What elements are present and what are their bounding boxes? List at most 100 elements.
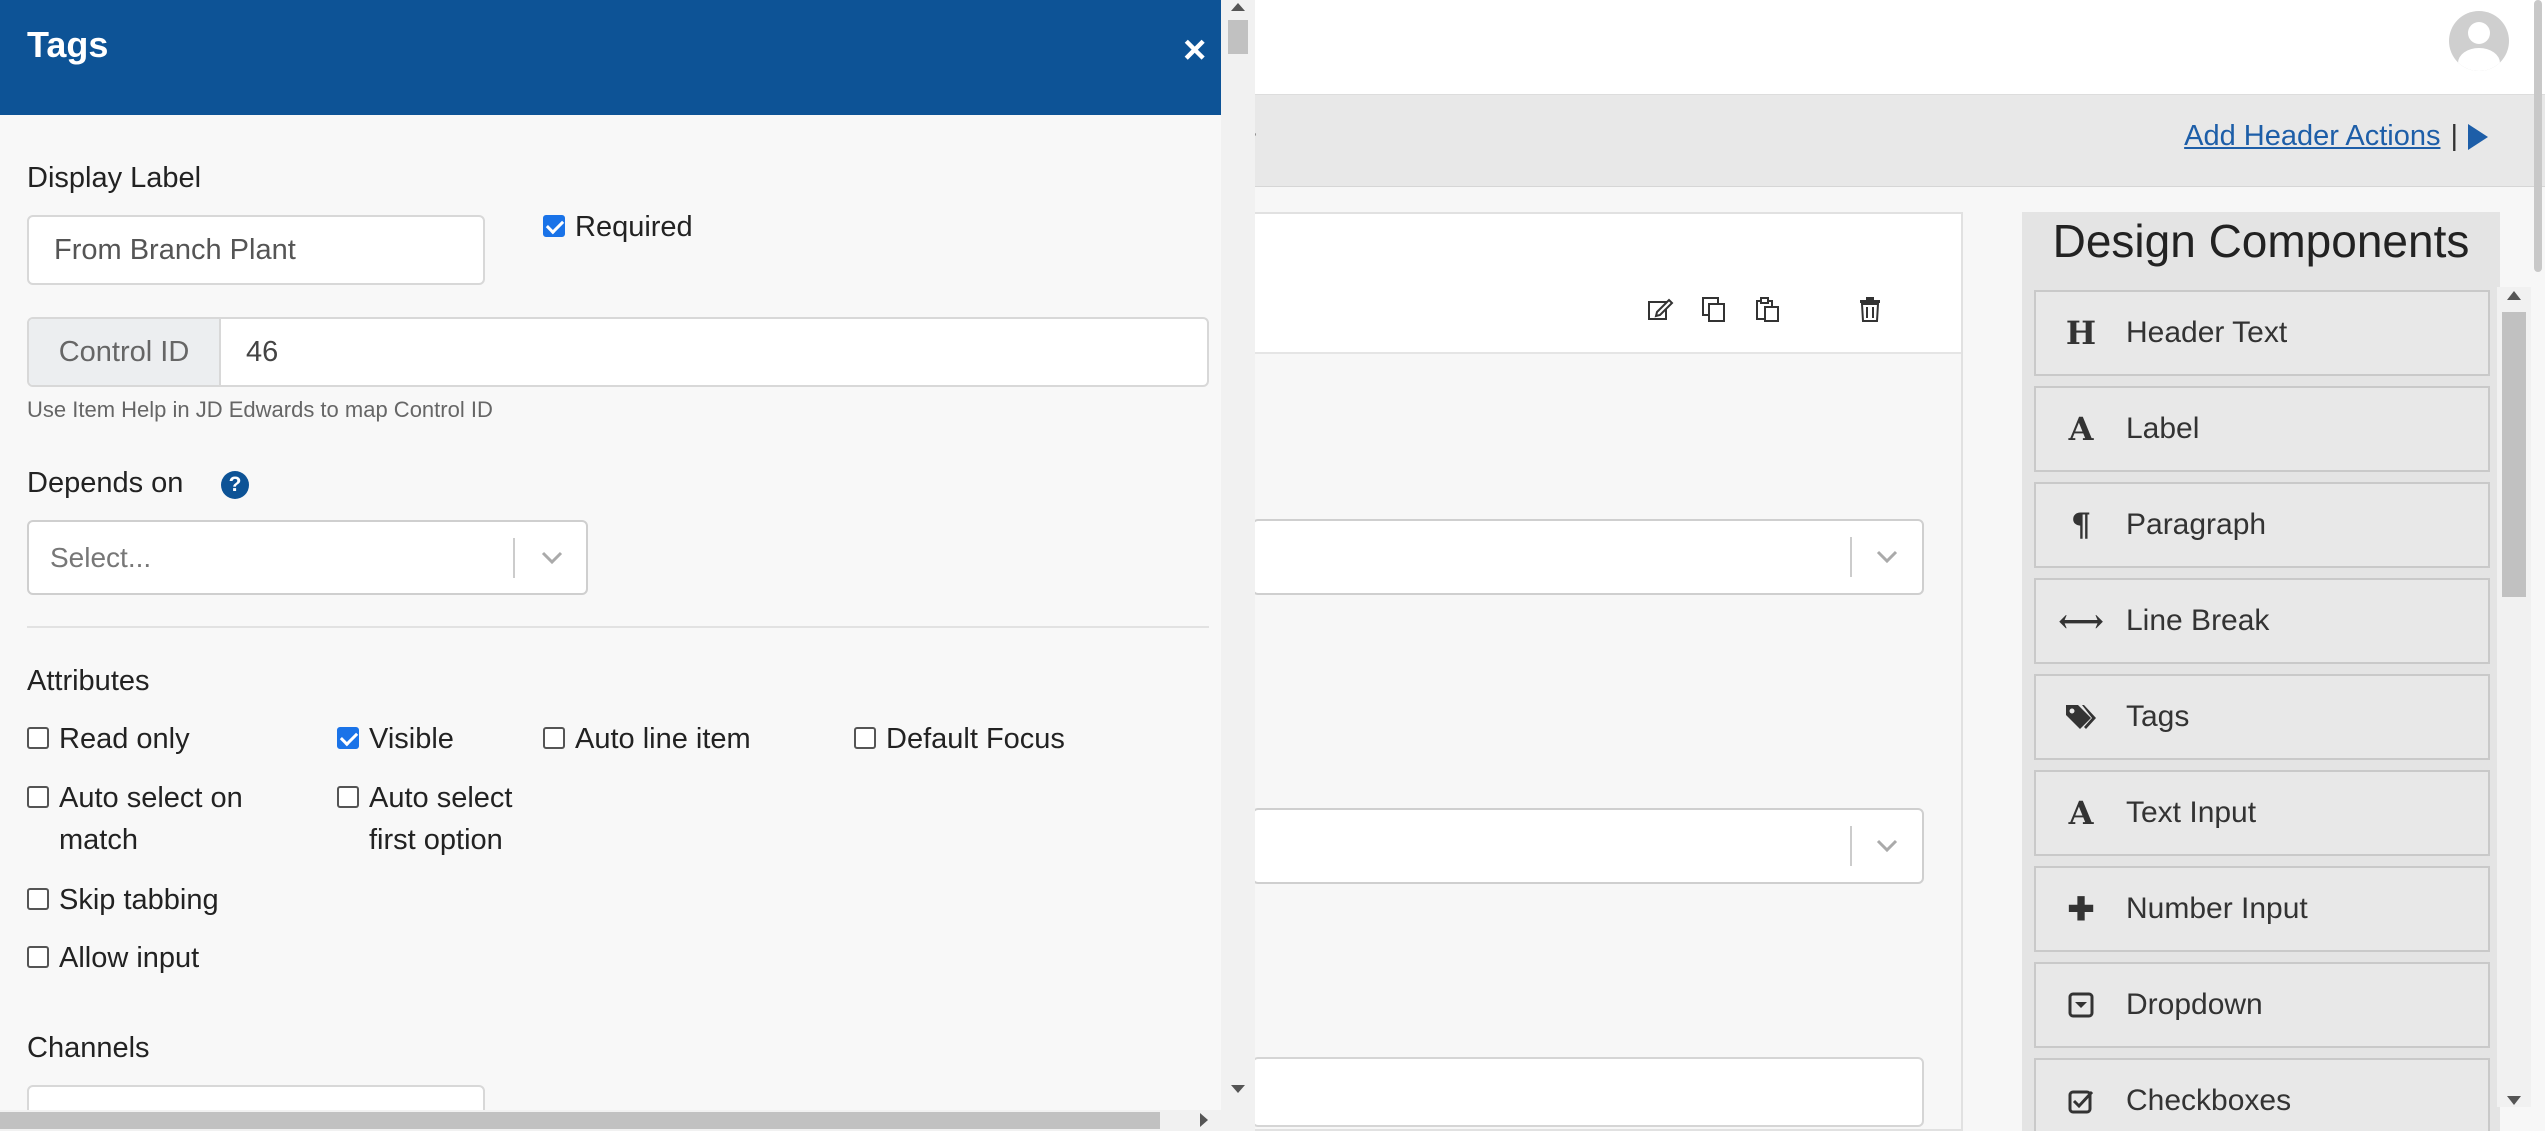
scroll-up-icon[interactable] — [1231, 3, 1245, 11]
edit-icon[interactable] — [1645, 294, 1675, 324]
component-label: Label — [2126, 412, 2200, 445]
display-label-heading: Display Label — [27, 162, 202, 194]
component-label: Paragraph — [2126, 508, 2267, 541]
canvas-text-input[interactable] — [1252, 1057, 1924, 1127]
close-icon[interactable]: × — [1183, 30, 1206, 70]
label-icon: A — [2068, 410, 2094, 448]
checkbox-box[interactable] — [854, 727, 876, 749]
control-id-addon: Control ID — [29, 319, 221, 385]
component-header-text[interactable]: H Header Text — [2034, 290, 2490, 376]
design-components-panel: Design Components H Header Text A Label … — [2022, 212, 2500, 1131]
read-only-checkbox[interactable]: Read only — [27, 718, 190, 760]
design-components-title: Design Components — [2052, 215, 2470, 267]
control-id-input[interactable]: 46 — [221, 319, 278, 385]
checkbox-checked-icon[interactable] — [337, 727, 359, 749]
component-checkboxes[interactable]: Checkboxes — [2034, 1058, 2490, 1131]
default-focus-checkbox[interactable]: Default Focus — [854, 718, 1065, 760]
trash-icon[interactable] — [1855, 294, 1885, 324]
line-break-icon: ⟷ — [2058, 602, 2104, 640]
auto-select-on-match-checkbox[interactable]: Auto select on match — [27, 777, 297, 861]
component-paragraph[interactable]: ¶ Paragraph — [2034, 482, 2490, 568]
user-avatar-icon[interactable] — [2449, 11, 2509, 71]
scroll-down-icon[interactable] — [2507, 1096, 2521, 1105]
attributes-heading: Attributes — [27, 665, 150, 697]
allow-input-checkbox[interactable]: Allow input — [27, 937, 199, 979]
visible-label: Visible — [369, 723, 454, 755]
read-only-label: Read only — [59, 723, 190, 755]
components-scrollbar[interactable] — [2497, 287, 2531, 1107]
checkbox-box[interactable] — [337, 786, 359, 808]
header-icon: H — [2065, 314, 2097, 352]
checkbox-box[interactable] — [27, 727, 49, 749]
header-actions: Add Header Actions | — [2184, 120, 2488, 153]
component-label: Tags — [2126, 700, 2190, 733]
play-icon[interactable] — [2468, 123, 2488, 150]
checkbox-checked-icon[interactable] — [543, 215, 565, 237]
checkbox-icon — [2036, 1088, 2126, 1114]
checkbox-box[interactable] — [27, 786, 49, 808]
canvas-dropdown-1[interactable] — [1252, 519, 1924, 595]
component-number-input[interactable]: ✚ Number Input — [2034, 866, 2490, 952]
component-text-input[interactable]: A Text Input — [2034, 770, 2490, 856]
drawer-horizontal-scrollbar[interactable] — [0, 1110, 1221, 1131]
depends-on-select[interactable]: Select... — [27, 520, 588, 595]
control-id-field: Control ID 46 — [27, 317, 1209, 387]
paste-icon[interactable] — [1753, 294, 1783, 324]
copy-icon[interactable] — [1699, 294, 1729, 324]
scroll-right-icon[interactable] — [1200, 1113, 1208, 1127]
help-icon[interactable]: ? — [221, 471, 249, 499]
skip-tabbing-label: Skip tabbing — [59, 884, 219, 916]
row-action-icons — [1645, 294, 1885, 324]
skip-tabbing-checkbox[interactable]: Skip tabbing — [27, 879, 219, 921]
required-label: Required — [575, 211, 693, 243]
chevron-down-icon — [1874, 832, 1900, 863]
canvas-dropdown-2[interactable] — [1252, 808, 1924, 884]
component-label: Header Text — [2126, 316, 2288, 349]
dropdown-icon — [2036, 992, 2126, 1018]
component-tags[interactable]: Tags — [2034, 674, 2490, 760]
visible-checkbox[interactable]: Visible — [337, 718, 454, 760]
channels-heading: Channels — [27, 1032, 150, 1064]
plus-icon: ✚ — [2067, 890, 2095, 928]
component-label: Number Input — [2126, 892, 2308, 925]
display-label-input[interactable]: From Branch Plant — [27, 215, 485, 285]
form-canvas — [1250, 212, 1963, 1131]
component-dropdown[interactable]: Dropdown — [2034, 962, 2490, 1048]
canvas-row-header — [1252, 214, 1961, 354]
chevron-down-icon — [1874, 543, 1900, 574]
header-actions-separator: | — [2450, 120, 2458, 152]
auto-line-item-label: Auto line item — [575, 723, 751, 755]
tags-icon — [2036, 703, 2126, 731]
scrollbar-thumb[interactable] — [2502, 312, 2526, 597]
auto-line-item-checkbox[interactable]: Auto line item — [543, 718, 751, 760]
component-label[interactable]: A Label — [2034, 386, 2490, 472]
scrollbar-thumb[interactable] — [0, 1112, 1160, 1129]
required-checkbox[interactable]: Required — [543, 206, 693, 248]
select-divider — [513, 538, 515, 578]
component-label: Line Break — [2126, 604, 2270, 637]
section-divider — [27, 626, 1209, 628]
component-line-break[interactable]: ⟷ Line Break — [2034, 578, 2490, 664]
add-header-actions-link[interactable]: Add Header Actions — [2184, 120, 2440, 153]
depends-on-placeholder: Select... — [50, 542, 152, 573]
auto-select-first-option-checkbox[interactable]: Auto select first option — [337, 777, 537, 861]
chevron-down-icon — [539, 544, 565, 575]
control-id-help-text: Use Item Help in JD Edwards to map Contr… — [27, 397, 493, 422]
scroll-down-icon[interactable] — [1231, 1085, 1245, 1093]
checkbox-box[interactable] — [27, 946, 49, 968]
scrollbar-thumb[interactable] — [1228, 20, 1248, 54]
checkbox-box[interactable] — [27, 888, 49, 910]
checkbox-box[interactable] — [543, 727, 565, 749]
text-input-icon: A — [2068, 794, 2094, 832]
drawer-title: Tags — [27, 24, 109, 65]
window-scrollbar[interactable] — [2531, 0, 2545, 280]
scroll-up-icon[interactable] — [2507, 291, 2521, 300]
paragraph-icon: ¶ — [2070, 506, 2092, 544]
scrollbar-thumb[interactable] — [2534, 0, 2542, 272]
default-focus-label: Default Focus — [886, 723, 1065, 755]
component-label: Checkboxes — [2126, 1084, 2292, 1117]
allow-input-label: Allow input — [59, 942, 200, 974]
drawer-vertical-scrollbar[interactable] — [1221, 0, 1255, 1131]
depends-on-label: Depends on — [27, 467, 184, 499]
auto-select-first-option-label: Auto select first option — [369, 782, 513, 856]
